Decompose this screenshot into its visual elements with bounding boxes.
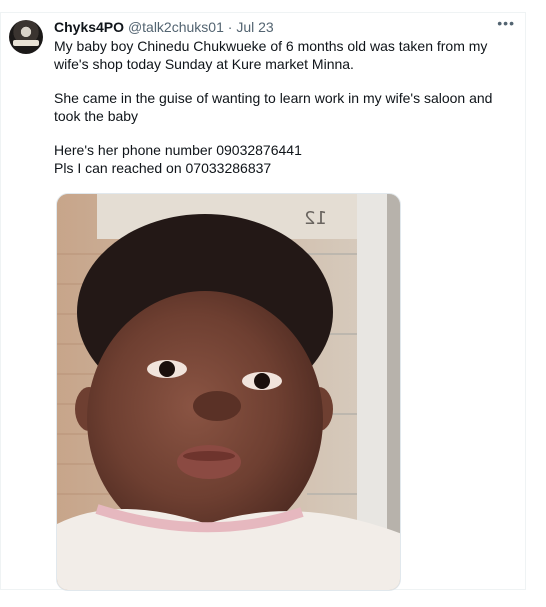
meta-separator: · xyxy=(227,19,233,35)
tweet-date[interactable]: Jul 23 xyxy=(236,19,273,35)
tweet-line: Here's her phone number 09032876441 xyxy=(54,142,302,158)
tweet-line: Pls I can reached on 07033286837 xyxy=(54,159,272,176)
sign-text: 12 xyxy=(304,208,327,229)
tweet-line: My baby boy Chinedu Chukwueke of 6 month… xyxy=(54,38,488,54)
baby-mouth xyxy=(177,445,241,479)
display-name[interactable]: Chyks4PO xyxy=(54,19,124,35)
tweet-media-photo[interactable]: 12 xyxy=(56,193,401,591)
more-options-icon[interactable]: ••• xyxy=(497,15,515,31)
user-avatar[interactable] xyxy=(9,20,43,54)
avatar-shirt-detail xyxy=(13,40,39,46)
tweet-line: took the baby xyxy=(54,107,139,124)
baby-nose xyxy=(193,391,241,421)
pupil-right xyxy=(254,373,270,389)
lip-line xyxy=(183,451,235,461)
pupil-left xyxy=(159,361,175,377)
tweet-line: She came in the guise of wanting to lear… xyxy=(54,90,493,106)
tweet-line: wife's shop today Sunday at Kure market … xyxy=(54,55,354,72)
tweet-header: Chyks4PO @talk2chuks01 · Jul 23 xyxy=(54,18,505,36)
user-handle[interactable]: @talk2chuks01 xyxy=(128,19,224,35)
tweet-card[interactable]: Chyks4PO @talk2chuks01 · Jul 23 ••• My b… xyxy=(0,12,526,591)
baby-face xyxy=(87,291,323,547)
tweet-text: My baby boy Chinedu Chukwueke of 6 month… xyxy=(54,38,514,177)
baby-photo: 12 xyxy=(57,194,400,590)
baby-shirt xyxy=(57,509,400,590)
